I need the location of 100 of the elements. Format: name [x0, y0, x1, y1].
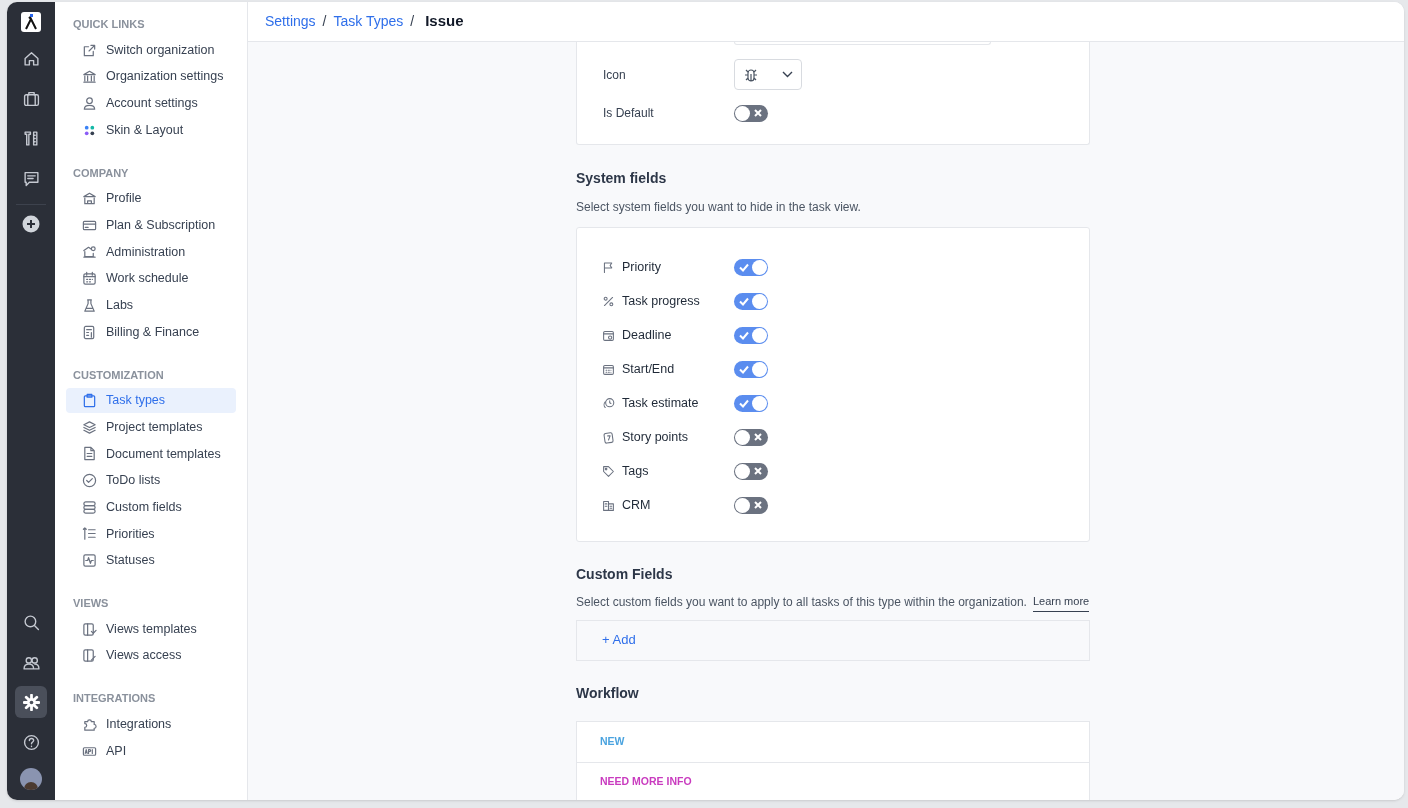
section-description: Select system fields you want to hide in the task view. [576, 199, 862, 216]
toggle-switch[interactable] [734, 360, 768, 378]
sidebar-item[interactable]: Work schedule [66, 266, 236, 292]
percent-icon [602, 294, 615, 308]
home-icon [22, 49, 40, 67]
sidebar-item[interactable]: Skin & Layout [66, 117, 236, 143]
field-label: Start/End [622, 360, 676, 378]
section-heading: QUICK LINKS [72, 17, 146, 32]
sidebar-item[interactable]: Task types [66, 388, 236, 413]
section-heading: CUSTOMIZATION [72, 367, 165, 383]
calendar-icon [82, 271, 97, 287]
learn-more-link[interactable]: Learn more [1032, 593, 1090, 612]
sidebar-item[interactable]: Labs [66, 292, 236, 318]
help-icon [22, 733, 40, 751]
cards-icon [602, 430, 615, 444]
sidebar-item[interactable]: Account settings [66, 90, 236, 116]
app-logo[interactable] [21, 12, 41, 32]
sidebar-item[interactable]: Administration [66, 239, 236, 265]
section-title: Custom Fields [576, 565, 674, 584]
puzzle-icon [82, 716, 97, 732]
field-label: Is Default [603, 105, 655, 122]
sidebar-item[interactable]: Organization settings [66, 64, 236, 90]
settings-button[interactable] [15, 686, 47, 718]
toggle-switch[interactable] [734, 462, 768, 480]
breadcrumb-current: Issue [425, 11, 464, 32]
calendar-icon [602, 362, 615, 376]
close-icon [754, 501, 762, 509]
check-icon [739, 262, 749, 272]
tools-icon [22, 129, 40, 147]
toggle-switch[interactable] [734, 496, 768, 514]
section-heading: COMPANY [72, 165, 130, 181]
sidebar-item[interactable]: Plan & Subscription [66, 212, 236, 238]
check-icon [739, 296, 749, 306]
close-icon [754, 467, 762, 475]
stack-icon [82, 499, 97, 515]
sidebar-item[interactable]: Statuses [66, 548, 236, 574]
toggle-switch[interactable] [734, 326, 768, 344]
building-gear-icon [82, 244, 97, 260]
pulse-icon [82, 553, 97, 569]
field-label: Task estimate [622, 394, 700, 412]
settings-icon [22, 693, 40, 711]
field-label: Deadline [622, 326, 673, 344]
avatar[interactable] [20, 768, 42, 790]
toggle-switch[interactable] [734, 104, 768, 122]
field-label: CRM [622, 496, 652, 514]
breadcrumb-link[interactable]: Settings [265, 11, 316, 32]
sidebar-item[interactable]: Switch organization [66, 37, 236, 63]
building-icon [82, 191, 97, 207]
add-icon[interactable] [22, 215, 40, 233]
check-circle-icon [82, 473, 97, 489]
sidebar-item[interactable]: Integrations [66, 711, 236, 737]
status-label: NEED MORE INFO [600, 774, 692, 790]
sidebar-item[interactable]: Priorities [66, 521, 236, 547]
add-button[interactable]: + Add [602, 630, 636, 650]
toggle-switch[interactable] [734, 292, 768, 310]
toggle-switch[interactable] [734, 428, 768, 446]
sidebar-item[interactable]: Views access [66, 643, 236, 669]
sidebar-item[interactable]: Project templates [66, 414, 236, 440]
close-icon [754, 433, 762, 441]
sidebar-item[interactable]: ToDo lists [66, 468, 236, 494]
toggle-switch[interactable] [734, 394, 768, 412]
user-icon [82, 95, 97, 111]
sidebar-item[interactable]: Custom fields [66, 494, 236, 520]
field-label: Task progress [622, 292, 701, 310]
briefcase-icon [22, 89, 40, 107]
section-heading: VIEWS [72, 596, 110, 612]
check-icon [739, 330, 749, 340]
sidebar-item[interactable]: Views templates [66, 616, 236, 642]
check-icon [739, 398, 749, 408]
bug-icon [743, 66, 759, 83]
chat-icon [22, 169, 40, 187]
breadcrumb-link[interactable]: Task Types [333, 11, 404, 32]
breadcrumb-separator: / [322, 12, 327, 31]
invoice-icon [82, 324, 97, 340]
sidebar-item[interactable]: Billing & Finance [66, 319, 236, 345]
sidebar-item[interactable]: Profile [66, 186, 236, 212]
breadcrumb-separator: / [410, 12, 415, 31]
field-label: Icon [603, 66, 627, 84]
chevron-down-icon [782, 71, 793, 78]
clipboard-icon [82, 393, 97, 408]
field-label: Priority [622, 258, 662, 276]
field-label: Story points [622, 428, 689, 446]
sort-list-icon [82, 526, 97, 542]
icon-select[interactable] [734, 59, 802, 90]
section-title: System fields [576, 169, 668, 188]
section-title: Workflow [576, 683, 640, 703]
layout-edit-icon [82, 648, 97, 664]
bank-icon [82, 69, 97, 85]
sidebar-item[interactable]: Document templates [66, 441, 236, 467]
section-heading: INTEGRATIONS [72, 691, 157, 707]
calendar-clock-icon [602, 328, 615, 342]
close-icon [754, 109, 762, 117]
section-description: Select custom fields you want to apply to all tasks of this type within the organization. [576, 594, 1027, 612]
layers-icon [82, 419, 97, 435]
timer-icon [602, 396, 615, 410]
check-icon [739, 364, 749, 374]
toggle-switch[interactable] [734, 258, 768, 276]
tag-icon [602, 464, 615, 478]
flag-icon [602, 260, 615, 274]
sidebar-item[interactable]: API [66, 738, 236, 764]
